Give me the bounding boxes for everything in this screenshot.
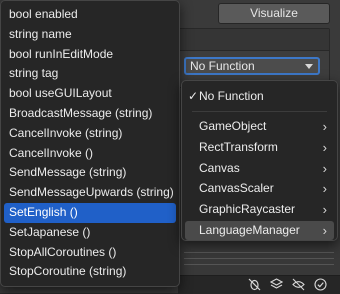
chevron-right-icon: › [322,223,327,238]
bug-mute-icon[interactable] [248,278,261,291]
method-item-setjapanese[interactable]: SetJapanese () [4,223,176,243]
method-item-cancelinvoke[interactable]: CancelInvoke () [4,144,176,164]
method-item-bool-enabled[interactable]: bool enabled [4,5,176,25]
menu-item-gameobject[interactable]: GameObject › [185,117,334,136]
checkmark-icon: ✓ [188,89,199,103]
chevron-right-icon: › [322,202,327,218]
chevron-right-icon: › [322,181,327,197]
component-submenu: ✓ No Function GameObject › RectTransform › C… [181,80,338,241]
layers-icon[interactable] [270,278,283,291]
menu-item-label: No Function [199,89,264,103]
method-item-bool-useguilayout[interactable]: bool useGUILayout [4,84,176,104]
menu-item-label: GameObject [199,119,267,133]
method-item-sendmessage-string[interactable]: SendMessage (string) [4,163,176,183]
chevron-right-icon: › [322,160,327,176]
divider [184,258,334,259]
menu-item-label: CanvasScaler [199,181,274,196]
menu-item-label: RectTransform [199,139,278,154]
menu-item-label: GraphicRaycaster [199,202,296,217]
function-dropdown-value: No Function [190,59,255,73]
divider [184,252,334,253]
menu-item-canvas[interactable]: Canvas › [185,159,334,178]
chevron-right-icon: › [322,119,327,134]
method-list: bool enabled string name bool runInEditMod… [4,5,176,282]
method-item-bool-runineditmode[interactable]: bool runInEditMode [4,45,176,65]
chevron-down-icon [305,64,313,69]
inspector-lower-area [178,235,340,275]
menu-item-canvasscaler[interactable]: CanvasScaler › [185,179,334,198]
menu-item-label: Canvas [199,160,240,175]
menu-item-recttransform[interactable]: RectTransform › [185,138,334,157]
method-item-stopcoroutine-string[interactable]: StopCoroutine (string) [4,262,176,282]
visualize-button[interactable]: Visualize [218,3,330,24]
event-box-header [179,29,329,51]
method-list-popup: bool enabled string name bool runInEditMod… [0,0,180,287]
menu-item-label: LanguageManager [199,223,300,237]
menu-item-languagemanager[interactable]: LanguageManager › [185,221,334,240]
method-item-setenglish[interactable]: SetEnglish () [4,202,176,223]
method-item-broadcastmessage-string[interactable]: BroadcastMessage (string) [4,104,176,124]
menu-item-no-function[interactable]: ✓ No Function [185,87,334,106]
bottom-toolbar [178,275,340,294]
function-dropdown[interactable]: No Function [184,57,320,75]
method-item-stopallcoroutines[interactable]: StopAllCoroutines () [4,243,176,263]
check-circle-icon[interactable] [314,278,327,291]
method-item-string-tag[interactable]: string tag [4,64,176,84]
menu-item-graphicraycaster[interactable]: GraphicRaycaster › [185,200,334,219]
visibility-off-icon[interactable] [292,278,305,291]
chevron-right-icon: › [322,139,327,155]
method-item-string-name[interactable]: string name [4,25,176,45]
method-item-sendmessageupwards-string[interactable]: SendMessageUpwards (string) [4,183,176,203]
method-item-cancelinvoke-string[interactable]: CancelInvoke (string) [4,124,176,144]
divider [184,264,334,265]
menu-separator [192,111,327,112]
